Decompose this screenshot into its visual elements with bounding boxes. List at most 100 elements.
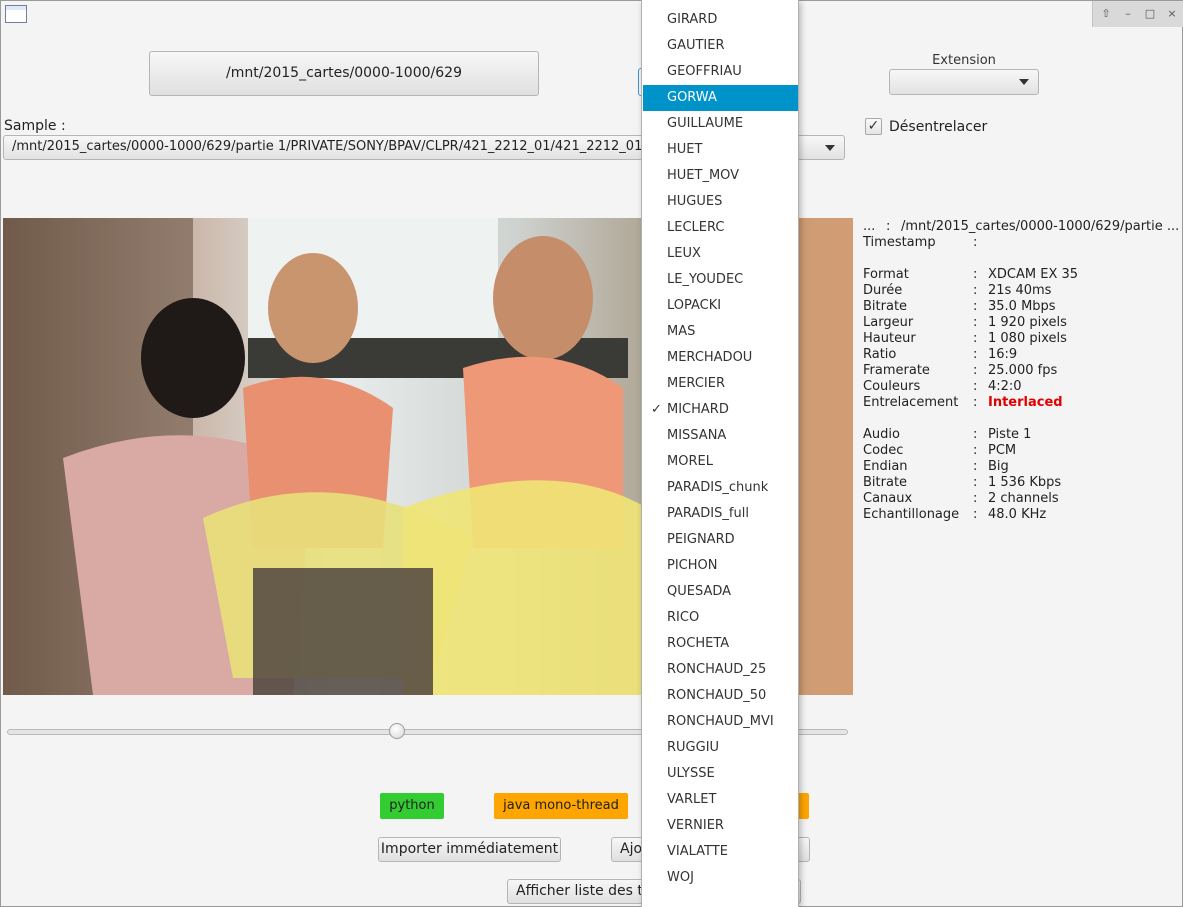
dropdown-item[interactable]: HUET_MOV (643, 163, 798, 189)
dropdown-item[interactable]: VIALATTE (643, 839, 798, 865)
info-value: 21s 40ms (988, 283, 1052, 298)
folder-path-button[interactable]: /mnt/2015_cartes/0000-1000/629 (149, 51, 539, 96)
info-separator: : (973, 315, 978, 330)
dropdown-item[interactable]: ✓ MICHARD (643, 397, 798, 423)
info-value: 16:9 (988, 347, 1018, 362)
info-separator: : (973, 459, 978, 474)
info-separator: : (886, 219, 891, 234)
info-separator: : (973, 299, 978, 314)
dropdown-item-label: LOPACKI (667, 298, 722, 313)
import-now-button[interactable]: Importer immédiatement (378, 837, 561, 862)
info-key: Largeur (863, 315, 914, 330)
dropdown-item[interactable]: LEUX (643, 241, 798, 267)
info-separator: : (973, 267, 978, 282)
dropdown-item-label: GIRARD (667, 12, 718, 27)
dropdown-item-label: MERCIER (667, 376, 725, 391)
info-row: Durée:21s 40ms (863, 283, 1181, 299)
info-header-row: ... : /mnt/2015_cartes/0000-1000/629/par… (863, 219, 1181, 235)
dropdown-item[interactable]: PICHON (643, 553, 798, 579)
dropdown-item[interactable]: GORWA (643, 85, 798, 111)
name-dropdown-list[interactable]: GIRARD GAUTIER GEOFFRIAU GORWA GUILLAUME HUET… (641, 0, 799, 907)
info-row: Endian: Big (863, 459, 1181, 475)
info-value: 4:2:0 (988, 379, 1022, 394)
info-key: Bitrate (863, 475, 908, 490)
extension-select[interactable] (889, 69, 1039, 95)
dropdown-item[interactable]: HUET (643, 137, 798, 163)
info-separator: : (973, 331, 978, 346)
dropdown-item[interactable]: GEOFFRIAU (643, 59, 798, 85)
dropdown-item-label: PEIGNARD (667, 532, 735, 547)
info-separator: : (973, 283, 978, 298)
dropdown-item[interactable]: MOREL (643, 449, 798, 475)
dropdown-item[interactable]: GIRARD (643, 7, 798, 33)
dropdown-item-label: PARADIS_full (667, 506, 749, 521)
dropdown-item-label: GUILLAUME (667, 116, 744, 131)
info-separator: : (973, 491, 978, 506)
dropdown-item[interactable]: MAS (643, 319, 798, 345)
dropdown-item[interactable]: GUILLAUME (643, 111, 798, 137)
info-separator: : (973, 379, 978, 394)
info-key: Framerate (863, 363, 930, 378)
dropdown-item-label: LE_YOUDEC (667, 272, 744, 287)
dropdown-item-label: MISSANA (667, 428, 727, 443)
minimize-icon[interactable]: – (1119, 5, 1137, 23)
dropdown-item[interactable]: PEIGNARD (643, 527, 798, 553)
chevron-down-icon (825, 145, 835, 151)
dropdown-item-label: GAUTIER (667, 38, 725, 53)
info-value: Piste 1 (988, 427, 1032, 442)
info-header-value: /mnt/2015_cartes/0000-1000/629/partie ..… (901, 219, 1180, 234)
dropdown-item[interactable]: LECLERC (643, 215, 798, 241)
dropdown-item[interactable]: RONCHAUD_25 (643, 657, 798, 683)
dropdown-item[interactable]: RONCHAUD_50 (643, 683, 798, 709)
info-key: Durée (863, 283, 903, 298)
info-row: Timestamp: (863, 235, 1181, 251)
dropdown-item[interactable]: VERNIER (643, 813, 798, 839)
dropdown-item[interactable]: MERCIER (643, 371, 798, 397)
info-key: Bitrate (863, 299, 908, 314)
close-icon[interactable]: × (1163, 5, 1181, 23)
dropdown-item-label: MERCHADOU (667, 350, 753, 365)
info-value: 25.000 fps (988, 363, 1058, 378)
window-controls: ⇧ – □ × (1092, 1, 1183, 27)
title-bar (1, 1, 1182, 29)
sample-label: Sample : (4, 118, 66, 134)
dropdown-item[interactable]: LOPACKI (643, 293, 798, 319)
info-key: Ratio (863, 347, 897, 362)
info-value: PCM (988, 443, 1017, 458)
checkmark-icon: ✓ (651, 402, 662, 417)
dropdown-item[interactable]: MISSANA (643, 423, 798, 449)
dropdown-item[interactable]: GAUTIER (643, 33, 798, 59)
python-status-badge: python (380, 793, 444, 819)
info-row: Bitrate:35.0 Mbps (863, 299, 1181, 315)
dropdown-item-label: WOJ (667, 870, 694, 885)
dropdown-item[interactable]: QUESADA (643, 579, 798, 605)
info-row: Framerate:25.000 fps (863, 363, 1181, 379)
dropdown-item[interactable]: MERCHADOU (643, 345, 798, 371)
info-key: Canaux (863, 491, 913, 506)
dropdown-item[interactable]: RICO (643, 605, 798, 631)
timeline-slider-thumb[interactable] (389, 723, 406, 739)
roll-up-icon[interactable]: ⇧ (1097, 5, 1115, 23)
dropdown-item-label: VARLET (667, 792, 717, 807)
dropdown-item[interactable]: HUGUES (643, 189, 798, 215)
dropdown-item[interactable]: PARADIS_full (643, 501, 798, 527)
info-row: Hauteur:1 080 pixels (863, 331, 1181, 347)
info-separator: : (973, 363, 978, 378)
info-row: Couleurs:4:2:0 (863, 379, 1181, 395)
dropdown-item-label: HUET (667, 142, 703, 157)
dropdown-item[interactable]: VARLET (643, 787, 798, 813)
info-key: Codec (863, 443, 904, 458)
dropdown-item-label: PARADIS_chunk (667, 480, 769, 495)
dropdown-item-label: RICO (667, 610, 700, 625)
dropdown-item[interactable]: RUGGIU (643, 735, 798, 761)
dropdown-item[interactable]: ULYSSE (643, 761, 798, 787)
maximize-icon[interactable]: □ (1141, 5, 1159, 23)
dropdown-item[interactable]: WOJ (643, 865, 798, 891)
dropdown-item-label: MAS (667, 324, 696, 339)
dropdown-item[interactable]: LE_YOUDEC (643, 267, 798, 293)
deinterlace-checkbox[interactable]: ✓ (865, 118, 882, 135)
dropdown-item[interactable]: PARADIS_chunk (643, 475, 798, 501)
dropdown-item[interactable]: RONCHAUD_MVI (643, 709, 798, 735)
dropdown-item[interactable]: ROCHETA (643, 631, 798, 657)
info-key: Hauteur (863, 331, 916, 346)
